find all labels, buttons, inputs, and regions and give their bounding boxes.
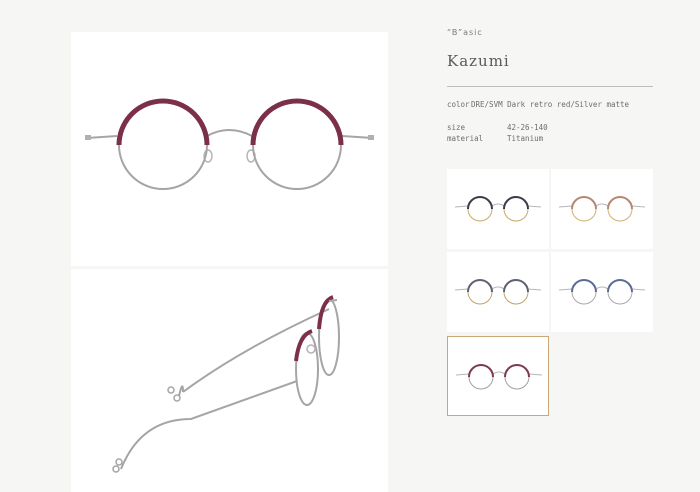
variant-glasses-image xyxy=(558,279,646,305)
spec-block: color DRE/SVM Dark retro red/Silver matt… xyxy=(447,100,653,143)
material-value: Titanium xyxy=(507,134,544,143)
color-variant-thumb[interactable] xyxy=(551,252,653,332)
color-value: DRE/SVM Dark retro red/Silver matte xyxy=(471,100,630,109)
color-variant-thumb[interactable] xyxy=(447,252,549,332)
glasses-side-image xyxy=(112,295,340,473)
title-divider xyxy=(447,86,653,87)
product-image-side[interactable] xyxy=(71,269,388,492)
product-info: “B”asic Kazumi xyxy=(447,28,653,87)
material-row: material Titanium xyxy=(447,134,653,145)
collection-label: “B”asic xyxy=(447,28,483,37)
color-label: color xyxy=(447,100,470,109)
variant-glasses-image xyxy=(558,196,646,222)
variant-glasses-image xyxy=(454,279,542,305)
color-variant-thumb[interactable] xyxy=(551,169,653,249)
material-label: material xyxy=(447,134,484,143)
size-value: 42-26-140 xyxy=(507,123,548,132)
size-label: size xyxy=(447,123,466,132)
product-title: Kazumi xyxy=(447,52,510,70)
variant-glasses-image xyxy=(455,364,543,390)
glasses-front-image xyxy=(85,98,374,190)
color-variant-thumb[interactable] xyxy=(447,169,549,249)
color-variant-thumb[interactable] xyxy=(447,336,549,416)
size-row: size 42-26-140 xyxy=(447,123,653,134)
color-row: color DRE/SVM Dark retro red/Silver matt… xyxy=(447,100,653,111)
product-image-front[interactable] xyxy=(71,32,388,266)
variant-glasses-image xyxy=(454,196,542,222)
